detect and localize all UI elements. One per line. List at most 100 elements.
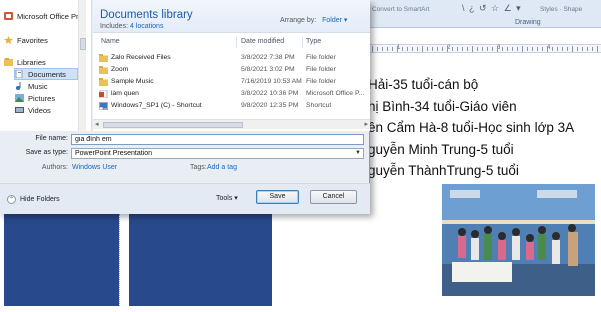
- nav-item-libraries[interactable]: Libraries: [4, 56, 46, 68]
- cancel-button[interactable]: Cancel: [310, 190, 357, 204]
- navigation-scrollbar[interactable]: [78, 0, 86, 131]
- nav-item-favorites[interactable]: Favorites: [4, 34, 48, 46]
- arrange-by: Arrange by: Folder ▾: [280, 16, 347, 24]
- column-header-name[interactable]: Name: [101, 38, 120, 45]
- savetype-value: PowerPoint Presentation: [75, 150, 153, 157]
- nav-item-music[interactable]: Music: [15, 80, 48, 92]
- ruler-tick: [582, 47, 583, 51]
- ruler-tick: [397, 46, 398, 52]
- arrange-value: Folder: [322, 17, 342, 24]
- convert-smartart-button[interactable]: Convert to SmartArt: [372, 6, 429, 13]
- column-header-type[interactable]: Type: [306, 38, 321, 45]
- file-list-pane: Documents library Includes: 4 locations …: [93, 0, 370, 131]
- nav-item-label: Libraries: [17, 57, 46, 67]
- file-name: làm quen: [111, 90, 139, 97]
- text-line[interactable]: guyễn Minh Trung-5 tuổi: [368, 139, 574, 161]
- ruler-tick: [452, 47, 453, 51]
- ruler-tick: [492, 47, 493, 51]
- hide-folders-button[interactable]: ⌃ Hide Folders: [7, 195, 60, 204]
- column-divider[interactable]: [302, 37, 303, 48]
- dialog-footer: ⌃ Hide Folders Tools ▾ Save Cancel: [0, 183, 370, 214]
- authors-field[interactable]: Windows User: [72, 164, 117, 171]
- ruler-tick: [462, 47, 463, 51]
- ruler-tick: [562, 47, 563, 51]
- column-header-date[interactable]: Date modified: [241, 38, 284, 45]
- nav-item-office[interactable]: Microsoft Office Pr: [4, 10, 79, 22]
- family-photo[interactable]: [442, 184, 595, 296]
- shortcut-icon: [99, 102, 108, 110]
- text-line[interactable]: guyễn ThànhTrung-5 tuổi: [368, 160, 574, 182]
- filename-input[interactable]: [71, 134, 364, 145]
- ruler-tick: [427, 47, 428, 51]
- ruler-tick: [552, 47, 553, 51]
- nav-item-label: Pictures: [28, 93, 56, 103]
- file-name: Zalo Received Files: [111, 54, 171, 61]
- shape-styles-button[interactable]: Styles · Shape: [540, 6, 582, 13]
- file-row[interactable]: Sample Music 7/16/2019 10:53 AM File fol…: [93, 77, 363, 88]
- file-row[interactable]: Zalo Received Files 3/8/2022 7:38 PM Fil…: [93, 53, 363, 64]
- library-title: Documents library: [100, 9, 193, 21]
- slide-text-body[interactable]: Hải-35 tuổi-cán bộ hị Bình-34 tuổi-Giáo …: [368, 74, 574, 182]
- nav-item-label: Favorites: [17, 35, 48, 45]
- file-row[interactable]: làm quen 3/8/2022 10:36 PM Microsoft Off…: [93, 89, 365, 100]
- file-type: Shortcut: [306, 102, 332, 109]
- star-icon: [4, 36, 13, 44]
- arrange-dropdown[interactable]: Folder ▾: [322, 17, 347, 24]
- ruler-tick: [432, 47, 433, 51]
- save-button[interactable]: Save: [256, 190, 299, 204]
- savetype-select[interactable]: PowerPoint Presentation ▼: [71, 148, 364, 159]
- scroll-left-icon[interactable]: ◂: [95, 120, 99, 128]
- column-headers: Name Date modified Type: [93, 37, 370, 49]
- tools-dropdown[interactable]: Tools ▾: [216, 194, 238, 202]
- column-divider[interactable]: [236, 37, 237, 48]
- tags-label: Tags:: [190, 164, 207, 171]
- slide-thumbnail[interactable]: [4, 214, 119, 306]
- locations-link[interactable]: 4 locations: [130, 23, 163, 30]
- ruler-tick: [577, 47, 578, 51]
- file-row[interactable]: Zoom 5/8/2021 3:02 PM File folder: [93, 65, 363, 76]
- ruler-tick: [547, 46, 548, 52]
- file-type: File folder: [306, 66, 336, 73]
- ruler-tick: [372, 46, 373, 52]
- ruler-tick: [442, 47, 443, 51]
- ppt-file-icon: [99, 90, 108, 98]
- nav-item-videos[interactable]: Videos: [15, 104, 51, 116]
- documents-icon: [15, 70, 24, 78]
- file-type: Microsoft Office P...: [306, 90, 365, 97]
- ruler-tick: [497, 46, 498, 52]
- scroll-right-icon[interactable]: ▸: [364, 120, 368, 128]
- scrollbar-thumb[interactable]: [103, 122, 243, 128]
- ruler-tick: [512, 47, 513, 51]
- ruler-tick: [502, 47, 503, 51]
- text-line[interactable]: ên Cẩm Hà-8 tuổi-Học sinh lớp 3A: [368, 117, 574, 139]
- horizontal-scrollbar[interactable]: ◂ ▸: [93, 119, 370, 129]
- hide-folders-label: Hide Folders: [20, 196, 60, 203]
- includes-label: Includes:: [100, 23, 129, 30]
- file-date: 7/16/2019 10:53 AM: [241, 78, 302, 85]
- ruler-tick: [532, 47, 533, 51]
- ruler-tick: [542, 47, 543, 51]
- filename-label: File name:: [35, 135, 68, 142]
- file-name: Zoom: [111, 66, 129, 73]
- nav-item-pictures[interactable]: Pictures: [15, 92, 55, 104]
- tags-field[interactable]: Add a tag: [207, 164, 237, 171]
- ruler-tick: [572, 46, 573, 52]
- ruler-tick: [402, 47, 403, 51]
- text-line[interactable]: hị Bình-34 tuổi-Giáo viên: [368, 96, 574, 118]
- library-includes: Includes: 4 locations: [100, 23, 163, 30]
- library-icon: [4, 58, 13, 66]
- file-date: 5/8/2021 3:02 PM: [241, 66, 295, 73]
- nav-item-documents[interactable]: Documents: [14, 68, 78, 80]
- slide-splitter[interactable]: [119, 214, 129, 306]
- savetype-label: Save as type:: [25, 149, 68, 156]
- file-row[interactable]: Windows7_SP1 (C) - Shortcut 9/8/2020 12:…: [93, 101, 363, 112]
- nav-item-label: Music: [28, 81, 48, 91]
- videos-icon: [15, 106, 24, 114]
- shape-tools-icons[interactable]: \ ¿ ↺ ☆ ∠ ▾: [462, 3, 522, 14]
- ruler-tick: [422, 46, 423, 52]
- ruler-tick: [382, 47, 383, 51]
- scrollbar-thumb[interactable]: [80, 38, 86, 50]
- ruler-tick: [507, 47, 508, 51]
- text-line[interactable]: Hải-35 tuổi-cán bộ: [368, 74, 574, 96]
- slide-thumbnail[interactable]: [129, 214, 272, 306]
